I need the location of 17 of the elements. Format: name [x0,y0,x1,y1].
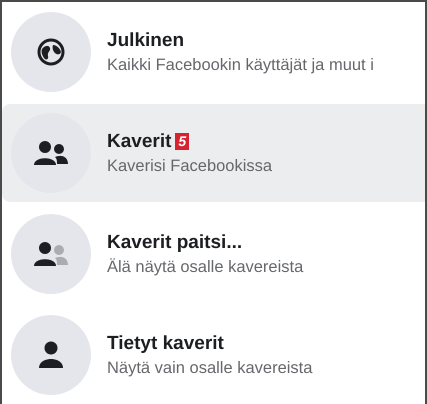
audience-option[interactable]: Kaverit 5 Kaverisi Facebookissa [2,104,425,202]
globe-icon [36,37,66,67]
option-description: Kaverisi Facebookissa [107,156,272,176]
audience-option[interactable]: Tietyt kaverit Näytä vain osalle kavereista [2,306,425,404]
option-description: Älä näytä osalle kavereista [107,258,304,276]
number-badge: 5 [175,133,190,150]
people-icon [34,140,68,166]
audience-option[interactable]: Kaverit paitsi... Älä näytä osalle kavereista [2,205,425,303]
option-title: Julkinen [107,30,184,52]
people-icon [34,241,68,267]
option-title: Kaverit paitsi... [107,232,242,254]
option-title: Kaverit [107,130,172,152]
audience-option[interactable]: Julkinen Kaikki Facebookin käyttäjät ja muut i [2,3,425,101]
person-icon [39,341,63,369]
option-title: Tietyt kaverit [107,332,224,354]
option-description: Kaikki Facebookin käyttäjät ja muut i [107,56,374,74]
option-description: Näytä vain osalle kavereista [107,358,312,378]
